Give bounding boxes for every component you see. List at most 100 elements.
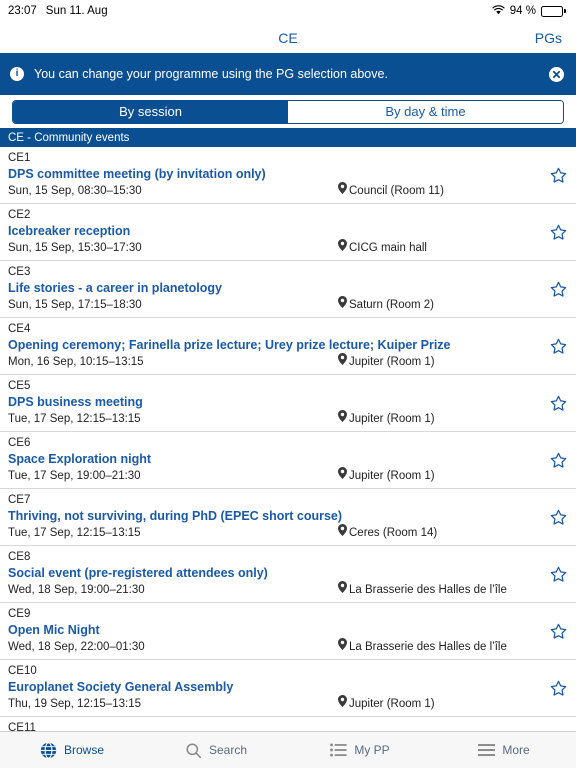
event-code: CE2 xyxy=(8,209,31,221)
list-item[interactable]: CE5 DPS business meeting Tue, 17 Sep, 12… xyxy=(0,375,576,432)
list-item[interactable]: CE3 Life stories - a career in planetolo… xyxy=(0,261,576,318)
list-item[interactable]: CE1 DPS committee meeting (by invitation… xyxy=(0,147,576,204)
event-list[interactable]: CE1 DPS committee meeting (by invitation… xyxy=(0,147,576,731)
event-date: Sun, 15 Sep, 17:15–18:30 xyxy=(8,299,142,311)
event-date: Tue, 17 Sep, 12:15–13:15 xyxy=(8,527,141,539)
favorite-star-icon[interactable] xyxy=(548,450,568,470)
event-code: CE11 xyxy=(8,722,36,731)
nav-bar: CE PGs xyxy=(0,22,576,53)
event-title[interactable]: DPS business meeting xyxy=(8,394,542,410)
pgs-button[interactable]: PGs xyxy=(535,30,562,46)
list-item[interactable]: CE2 Icebreaker reception Sun, 15 Sep, 15… xyxy=(0,204,576,261)
favorite-star-icon[interactable] xyxy=(548,393,568,413)
tab-my-pp[interactable]: My PP xyxy=(288,743,432,757)
event-venue-label: Saturn (Room 2) xyxy=(349,298,435,311)
app-root: 23:07 Sun 11. Aug 94 % CE PGs i You can xyxy=(0,0,576,768)
event-title[interactable]: Icebreaker reception xyxy=(8,223,542,239)
list-icon xyxy=(330,743,347,757)
event-venue: CICG main hall xyxy=(338,239,427,256)
list-item[interactable]: CE7 Thriving, not surviving, during PhD … xyxy=(0,489,576,546)
event-venue-label: Jupiter (Room 1) xyxy=(349,412,435,425)
event-date: Sun, 15 Sep, 08:30–15:30 xyxy=(8,185,142,197)
event-venue-label: La Brasserie des Halles de l’île xyxy=(349,583,507,596)
location-pin-icon xyxy=(338,296,347,313)
location-pin-icon xyxy=(338,638,347,655)
location-pin-icon xyxy=(338,353,347,370)
tab-by-session[interactable]: By session xyxy=(13,100,288,123)
event-title[interactable]: DPS committee meeting (by invitation onl… xyxy=(8,166,542,182)
event-title[interactable]: Thriving, not surviving, during PhD (EPE… xyxy=(8,508,542,524)
tab-by-day-time[interactable]: By day & time xyxy=(288,100,563,123)
status-bar: 23:07 Sun 11. Aug 94 % xyxy=(0,0,576,22)
info-circle-icon: i xyxy=(10,67,24,81)
favorite-star-icon[interactable] xyxy=(548,564,568,584)
favorite-star-icon[interactable] xyxy=(548,336,568,356)
page-title: CE xyxy=(278,29,298,46)
tab-browse-label: Browse xyxy=(63,743,104,757)
wifi-icon xyxy=(492,4,505,18)
event-meta: Sun, 15 Sep, 15:30–17:30 CICG main hall xyxy=(8,239,542,256)
event-date: Tue, 17 Sep, 12:15–13:15 xyxy=(8,413,141,425)
battery-percent-label: 94 % xyxy=(509,5,536,17)
favorite-star-icon[interactable] xyxy=(548,621,568,641)
list-item[interactable]: CE8 Social event (pre-registered attende… xyxy=(0,546,576,603)
list-item[interactable]: CE6 Space Exploration night Tue, 17 Sep,… xyxy=(0,432,576,489)
favorite-star-icon[interactable] xyxy=(548,678,568,698)
list-item[interactable]: CE10 Europlanet Society General Assembly… xyxy=(0,660,576,717)
event-title[interactable]: Opening ceremony; Farinella prize lectur… xyxy=(8,337,542,353)
location-pin-icon xyxy=(338,467,347,484)
location-pin-icon xyxy=(338,239,347,256)
event-venue: Jupiter (Room 1) xyxy=(338,353,435,370)
list-item[interactable]: CE11 Division for Planetary Sciences Sag… xyxy=(0,717,576,731)
event-venue: Saturn (Room 2) xyxy=(338,296,434,313)
section-header: CE - Community events xyxy=(0,128,576,147)
event-date: Wed, 18 Sep, 19:00–21:30 xyxy=(8,584,145,596)
globe-icon xyxy=(40,741,57,759)
view-mode-switcher: By session By day & time xyxy=(0,95,576,128)
event-title[interactable]: Europlanet Society General Assembly xyxy=(8,679,542,695)
tab-search[interactable]: Search xyxy=(144,742,288,759)
tab-my-pp-label: My PP xyxy=(354,743,390,757)
event-venue-label: La Brasserie des Halles de l’île xyxy=(349,640,507,653)
list-item[interactable]: CE4 Opening ceremony; Farinella prize le… xyxy=(0,318,576,375)
location-pin-icon xyxy=(338,581,347,598)
event-code: CE7 xyxy=(8,494,31,506)
event-meta: Tue, 17 Sep, 19:00–21:30 Jupiter (Room 1… xyxy=(8,467,542,484)
tab-more[interactable]: More xyxy=(432,743,576,757)
search-icon xyxy=(185,742,202,759)
event-meta: Sun, 15 Sep, 17:15–18:30 Saturn (Room 2) xyxy=(8,296,542,313)
event-meta: Wed, 18 Sep, 19:00–21:30 La Brasserie de… xyxy=(8,581,542,598)
status-date: Sun 11. Aug xyxy=(45,5,108,17)
status-bar-right: 94 % xyxy=(492,4,566,18)
list-item[interactable]: CE9 Open Mic Night Wed, 18 Sep, 22:00–01… xyxy=(0,603,576,660)
event-code: CE3 xyxy=(8,266,31,278)
favorite-star-icon[interactable] xyxy=(548,222,568,242)
event-code: CE9 xyxy=(8,608,31,620)
location-pin-icon xyxy=(338,182,347,199)
tab-bar: Browse Search My PP More xyxy=(0,731,576,768)
event-code: CE5 xyxy=(8,380,31,392)
event-code: CE4 xyxy=(8,323,31,335)
event-venue: La Brasserie des Halles de l’île xyxy=(338,581,507,598)
event-code: CE1 xyxy=(8,152,31,164)
event-date: Tue, 17 Sep, 19:00–21:30 xyxy=(8,470,141,482)
event-date: Thu, 19 Sep, 12:15–13:15 xyxy=(8,698,141,710)
event-title[interactable]: Space Exploration night xyxy=(8,451,542,467)
event-meta: Tue, 17 Sep, 12:15–13:15 Ceres (Room 14) xyxy=(8,524,542,541)
event-title[interactable]: Open Mic Night xyxy=(8,622,542,638)
favorite-star-icon[interactable] xyxy=(548,507,568,527)
event-title[interactable]: Life stories - a career in planetology xyxy=(8,280,542,296)
segmented-control: By session By day & time xyxy=(12,99,564,124)
event-date: Sun, 15 Sep, 15:30–17:30 xyxy=(8,242,142,254)
event-title[interactable]: Social event (pre-registered attendees o… xyxy=(8,565,542,581)
event-venue: Ceres (Room 14) xyxy=(338,524,437,541)
favorite-star-icon[interactable] xyxy=(548,279,568,299)
favorite-star-icon[interactable] xyxy=(548,165,568,185)
event-venue: Council (Room 11) xyxy=(338,182,444,199)
battery-icon xyxy=(541,5,566,17)
info-banner-message: You can change your programme using the … xyxy=(34,67,388,81)
event-venue: Jupiter (Room 1) xyxy=(338,695,435,712)
tab-browse[interactable]: Browse xyxy=(0,741,144,759)
close-circle-icon[interactable] xyxy=(549,66,564,82)
event-meta: Mon, 16 Sep, 10:15–13:15 Jupiter (Room 1… xyxy=(8,353,542,370)
